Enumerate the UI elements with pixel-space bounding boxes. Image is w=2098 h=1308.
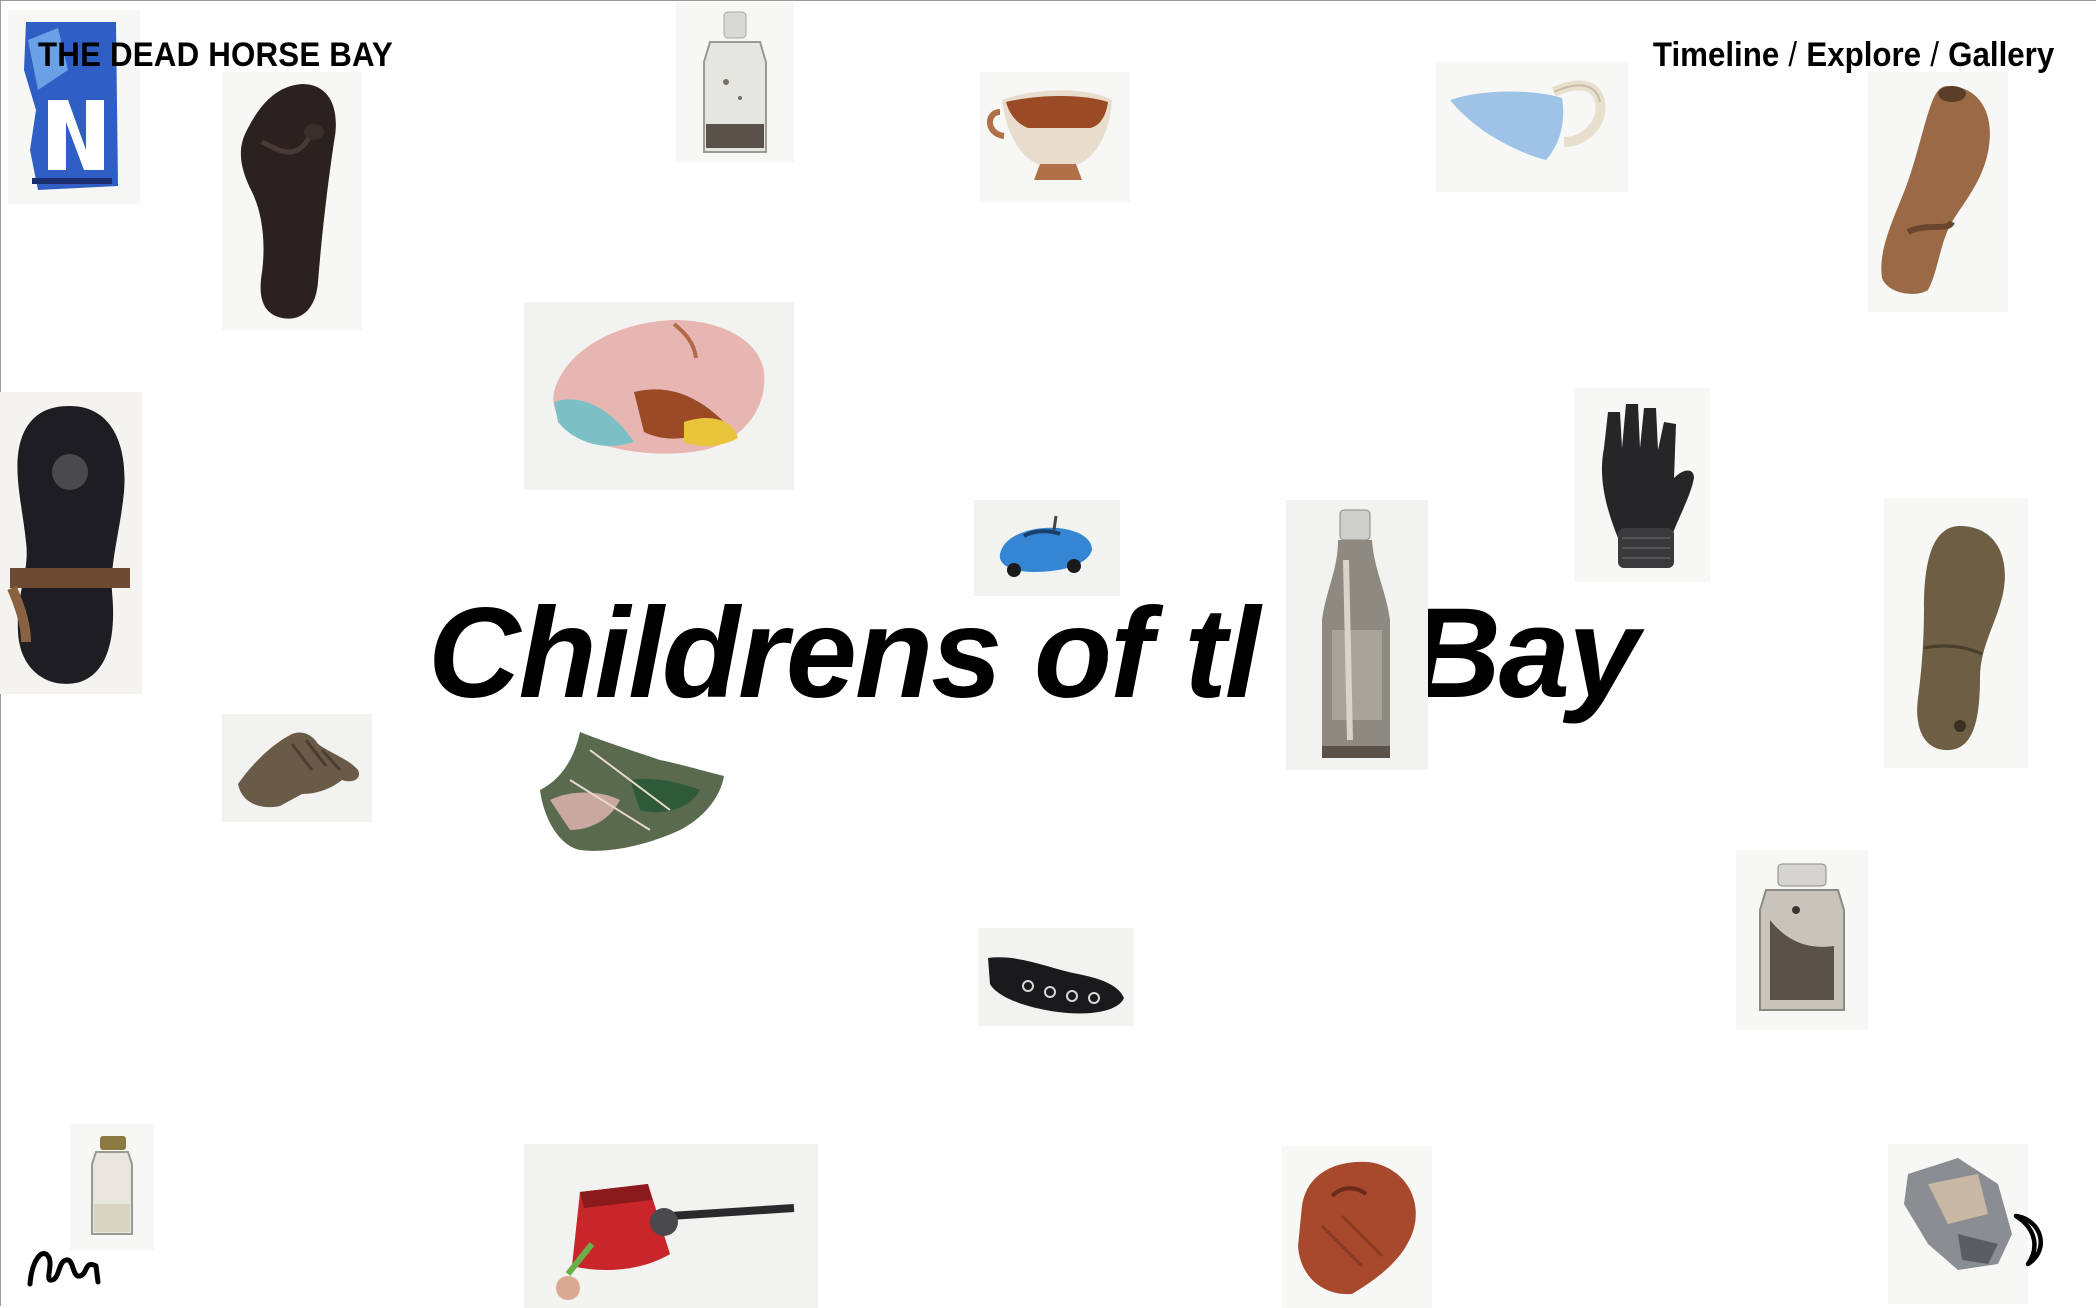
artifact-boot-sole[interactable] [1868,72,2008,312]
artifact-knit-glove[interactable] [1574,388,1710,582]
artifact-glass-vial[interactable] [70,1124,154,1250]
hero-title: Childrens of tl Bay [428,590,1639,718]
toy-car-image [974,500,1120,596]
nav-gallery-link[interactable]: Gallery [1948,36,2054,75]
nav-explore-link[interactable]: Explore [1806,36,1921,75]
artifact-toy-car[interactable] [974,500,1120,596]
teacup-image [980,72,1130,202]
ceramic-bowl-image [524,302,794,490]
moon-icon[interactable] [2006,1210,2052,1270]
nav-timeline-link[interactable]: Timeline [1653,36,1779,75]
shoe-sole-image [0,392,142,694]
artifact-red-toy[interactable] [524,1144,818,1308]
artifact-shoe-sole[interactable] [0,392,142,694]
hero-title-part: Childrens of t [428,582,1227,725]
artifact-leather-insole[interactable] [1884,498,2028,768]
nav-separator: / [1788,36,1797,74]
artifact-blue-shard[interactable] [1436,62,1628,192]
artifact-terracotta[interactable] [1282,1146,1432,1308]
artifact-work-glove[interactable] [222,714,372,822]
artifact-sandal[interactable] [222,72,362,330]
glass-jar-image [1736,850,1868,1030]
squiggle-icon[interactable] [26,1240,102,1290]
red-toy-image [524,1144,818,1308]
work-glove-image [222,714,372,822]
blue-shard-image [1436,62,1628,192]
hero-title-part: Bay [1408,582,1639,725]
knit-glove-image [1574,388,1710,582]
artifact-beaded-shoe[interactable] [978,928,1134,1026]
artifact-ceramic-bowl[interactable] [524,302,794,490]
nav-separator: / [1930,36,1939,74]
hero-title-part: l [1224,582,1261,725]
artifact-teacup[interactable] [980,72,1130,202]
main-nav: Timeline / Explore / Gallery [1653,36,2054,75]
leather-insole-image [1884,498,2028,768]
glass-bottle-image [676,2,794,162]
glass-vial-image [70,1124,154,1250]
artifact-glass-bottle[interactable] [676,2,794,162]
artifact-bottle-neck[interactable] [1286,500,1428,770]
painted-tin-image [540,732,724,851]
bottle-neck-image [1286,500,1428,770]
sandal-image [222,72,362,330]
artifact-glass-jar[interactable] [1736,850,1868,1030]
boot-sole-image [1868,72,2008,312]
beaded-shoe-image [978,928,1134,1026]
site-logo-title[interactable]: THE DEAD HORSE BAY [38,36,393,75]
artifact-painted-tin[interactable] [530,720,730,862]
terracotta-image [1282,1146,1432,1308]
